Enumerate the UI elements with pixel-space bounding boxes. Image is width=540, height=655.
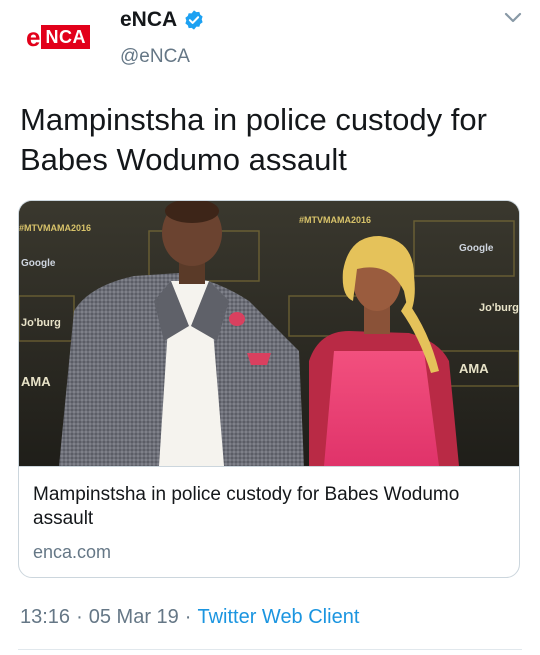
card-body[interactable]: Mampinstsha in police custody for Babes …: [19, 466, 519, 577]
meta-separator: ·: [76, 606, 83, 628]
backdrop-text: #MTVMAMA2016: [299, 215, 371, 225]
meta-separator: ·: [184, 606, 192, 628]
link-card[interactable]: #MTVMAMA2016 Google Jo'burg AMA #MTVMAMA…: [18, 200, 520, 578]
tweet-client-link[interactable]: Twitter Web Client: [197, 606, 359, 629]
backdrop-text: Jo'burg: [21, 317, 61, 329]
logo-text: NCA: [41, 25, 90, 49]
backdrop-text: #MTVMAMA2016: [19, 223, 91, 233]
backdrop-text: Google: [459, 243, 494, 254]
backdrop-text: AMA: [459, 361, 489, 376]
tweet-meta: 13:16 · 05 Mar 19 · Twitter Web Client: [20, 606, 359, 629]
logo-letter: e: [26, 22, 42, 52]
divider: [18, 649, 522, 650]
card-image[interactable]: #MTVMAMA2016 Google Jo'burg AMA #MTVMAMA…: [19, 201, 519, 466]
tweet-header: e NCA eNCA @eNCA: [0, 0, 540, 90]
backdrop-text: Google: [21, 258, 56, 269]
backdrop-text: AMA: [21, 374, 51, 389]
tweet-text: Mampinstsha in police custody for Babes …: [20, 102, 487, 177]
enca-logo-avatar[interactable]: e NCA: [22, 18, 94, 56]
backdrop-text: Jo'burg: [479, 302, 519, 314]
card-domain: enca.com: [33, 542, 112, 562]
tweet-date[interactable]: 05 Mar 19: [89, 606, 179, 629]
verified-badge-icon: [185, 10, 203, 30]
display-name[interactable]: eNCA: [120, 8, 177, 32]
card-photo: #MTVMAMA2016 Google Jo'burg AMA #MTVMAMA…: [19, 201, 519, 466]
tweet-time[interactable]: 13:16: [20, 606, 70, 629]
chevron-down-icon[interactable]: [500, 6, 526, 30]
user-handle[interactable]: @eNCA: [120, 46, 190, 68]
card-title[interactable]: Mampinstsha in police custody for Babes …: [33, 483, 503, 531]
name-row: eNCA: [120, 8, 205, 32]
